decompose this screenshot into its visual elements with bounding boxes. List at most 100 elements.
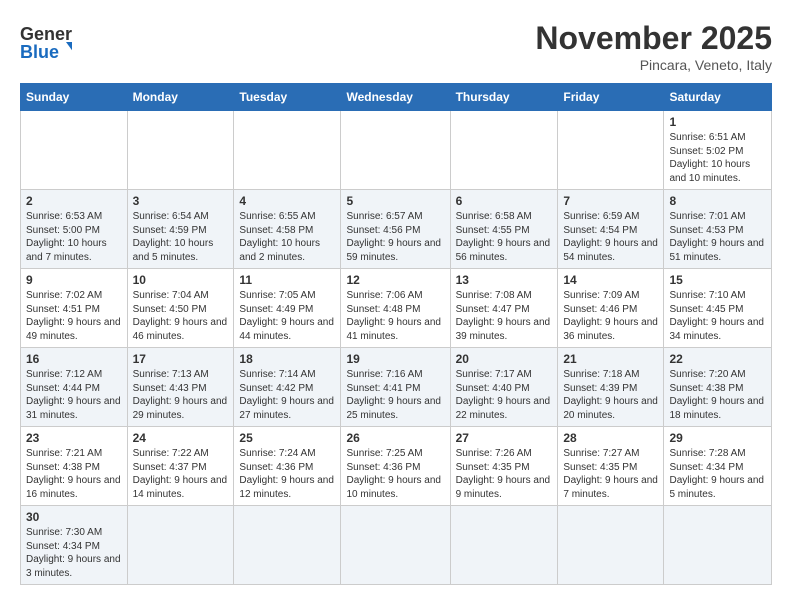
col-sunday: Sunday bbox=[21, 84, 128, 111]
day-number: 23 bbox=[26, 431, 122, 445]
table-cell: 18Sunrise: 7:14 AM Sunset: 4:42 PM Dayli… bbox=[234, 348, 341, 427]
week-row-6: 30Sunrise: 7:30 AM Sunset: 4:34 PM Dayli… bbox=[21, 506, 772, 585]
day-info: Sunrise: 6:58 AM Sunset: 4:55 PM Dayligh… bbox=[456, 210, 553, 264]
day-info: Sunrise: 7:13 AM Sunset: 4:43 PM Dayligh… bbox=[133, 368, 229, 422]
day-number: 25 bbox=[239, 431, 335, 445]
table-cell bbox=[341, 111, 450, 190]
table-cell: 22Sunrise: 7:20 AM Sunset: 4:38 PM Dayli… bbox=[664, 348, 772, 427]
day-number: 19 bbox=[346, 352, 444, 366]
day-info: Sunrise: 7:06 AM Sunset: 4:48 PM Dayligh… bbox=[346, 289, 444, 343]
day-number: 26 bbox=[346, 431, 444, 445]
table-cell: 20Sunrise: 7:17 AM Sunset: 4:40 PM Dayli… bbox=[450, 348, 558, 427]
day-number: 18 bbox=[239, 352, 335, 366]
table-cell: 17 Sunrise: 7:13 AM Sunset: 4:43 PM Dayli… bbox=[127, 348, 234, 427]
table-cell: 11 Sunrise: 7:05 AM Sunset: 4:49 PM Dayli… bbox=[234, 269, 341, 348]
col-thursday: Thursday bbox=[450, 84, 558, 111]
day-number: 14 bbox=[563, 273, 658, 287]
day-number: 28 bbox=[563, 431, 658, 445]
table-cell bbox=[341, 506, 450, 585]
day-info: Sunrise: 7:02 AM Sunset: 4:51 PM Dayligh… bbox=[26, 289, 122, 343]
day-info: Sunrise: 6:53 AM Sunset: 5:00 PM Dayligh… bbox=[26, 210, 122, 264]
title-block: November 2025 Pincara, Veneto, Italy bbox=[535, 20, 772, 73]
day-info: Sunrise: 7:21 AM Sunset: 4:38 PM Dayligh… bbox=[26, 447, 122, 501]
table-cell: 25Sunrise: 7:24 AM Sunset: 4:36 PM Dayli… bbox=[234, 427, 341, 506]
table-cell: 26 Sunrise: 7:25 AM Sunset: 4:36 PM Dayli… bbox=[341, 427, 450, 506]
day-number: 17 bbox=[133, 352, 229, 366]
table-cell bbox=[21, 111, 128, 190]
day-number: 8 bbox=[669, 194, 766, 208]
table-cell: 23 Sunrise: 7:21 AM Sunset: 4:38 PM Dayli… bbox=[21, 427, 128, 506]
table-cell: 15 Sunrise: 7:10 AM Sunset: 4:45 PM Dayli… bbox=[664, 269, 772, 348]
day-number: 11 bbox=[239, 273, 335, 287]
day-info: Sunrise: 7:16 AM Sunset: 4:41 PM Dayligh… bbox=[346, 368, 444, 422]
day-number: 6 bbox=[456, 194, 553, 208]
day-number: 21 bbox=[563, 352, 658, 366]
day-info: Sunrise: 7:26 AM Sunset: 4:35 PM Dayligh… bbox=[456, 447, 553, 501]
day-number: 27 bbox=[456, 431, 553, 445]
day-number: 12 bbox=[346, 273, 444, 287]
day-info: Sunrise: 7:28 AM Sunset: 4:34 PM Dayligh… bbox=[669, 447, 766, 501]
day-info: Sunrise: 7:05 AM Sunset: 4:49 PM Dayligh… bbox=[239, 289, 335, 343]
day-info: Sunrise: 7:09 AM Sunset: 4:46 PM Dayligh… bbox=[563, 289, 658, 343]
col-saturday: Saturday bbox=[664, 84, 772, 111]
day-number: 5 bbox=[346, 194, 444, 208]
table-cell: 5 Sunrise: 6:57 AM Sunset: 4:56 PM Daylig… bbox=[341, 190, 450, 269]
day-number: 29 bbox=[669, 431, 766, 445]
day-info: Sunrise: 7:25 AM Sunset: 4:36 PM Dayligh… bbox=[346, 447, 444, 501]
table-cell: 21 Sunrise: 7:18 AM Sunset: 4:39 PM Dayli… bbox=[558, 348, 664, 427]
day-info: Sunrise: 7:27 AM Sunset: 4:35 PM Dayligh… bbox=[563, 447, 658, 501]
day-info: Sunrise: 6:51 AM Sunset: 5:02 PM Dayligh… bbox=[669, 131, 766, 185]
day-number: 15 bbox=[669, 273, 766, 287]
table-cell bbox=[664, 506, 772, 585]
day-info: Sunrise: 7:18 AM Sunset: 4:39 PM Dayligh… bbox=[563, 368, 658, 422]
col-monday: Monday bbox=[127, 84, 234, 111]
svg-text:Blue: Blue bbox=[20, 42, 59, 62]
day-info: Sunrise: 7:10 AM Sunset: 4:45 PM Dayligh… bbox=[669, 289, 766, 343]
day-number: 9 bbox=[26, 273, 122, 287]
table-cell: 2Sunrise: 6:53 AM Sunset: 5:00 PM Daylig… bbox=[21, 190, 128, 269]
day-info: Sunrise: 6:59 AM Sunset: 4:54 PM Dayligh… bbox=[563, 210, 658, 264]
table-cell: 1 Sunrise: 6:51 AM Sunset: 5:02 PM Daylig… bbox=[664, 111, 772, 190]
page-header: General Blue November 2025 Pincara, Vene… bbox=[20, 20, 772, 73]
table-cell bbox=[234, 111, 341, 190]
table-cell: 29 Sunrise: 7:28 AM Sunset: 4:34 PM Dayli… bbox=[664, 427, 772, 506]
location: Pincara, Veneto, Italy bbox=[535, 57, 772, 73]
day-info: Sunrise: 6:54 AM Sunset: 4:59 PM Dayligh… bbox=[133, 210, 229, 264]
col-tuesday: Tuesday bbox=[234, 84, 341, 111]
day-info: Sunrise: 7:04 AM Sunset: 4:50 PM Dayligh… bbox=[133, 289, 229, 343]
day-info: Sunrise: 7:20 AM Sunset: 4:38 PM Dayligh… bbox=[669, 368, 766, 422]
day-info: Sunrise: 7:08 AM Sunset: 4:47 PM Dayligh… bbox=[456, 289, 553, 343]
day-number: 1 bbox=[669, 115, 766, 129]
day-info: Sunrise: 6:57 AM Sunset: 4:56 PM Dayligh… bbox=[346, 210, 444, 264]
table-cell: 7Sunrise: 6:59 AM Sunset: 4:54 PM Daylig… bbox=[558, 190, 664, 269]
table-cell: 9 Sunrise: 7:02 AM Sunset: 4:51 PM Daylig… bbox=[21, 269, 128, 348]
table-cell: 16Sunrise: 7:12 AM Sunset: 4:44 PM Dayli… bbox=[21, 348, 128, 427]
week-row-4: 16Sunrise: 7:12 AM Sunset: 4:44 PM Dayli… bbox=[21, 348, 772, 427]
day-number: 13 bbox=[456, 273, 553, 287]
calendar-table: Sunday Monday Tuesday Wednesday Thursday… bbox=[20, 83, 772, 585]
table-cell: 8Sunrise: 7:01 AM Sunset: 4:53 PM Daylig… bbox=[664, 190, 772, 269]
day-info: Sunrise: 7:22 AM Sunset: 4:37 PM Dayligh… bbox=[133, 447, 229, 501]
table-cell: 10Sunrise: 7:04 AM Sunset: 4:50 PM Dayli… bbox=[127, 269, 234, 348]
table-cell: 30Sunrise: 7:30 AM Sunset: 4:34 PM Dayli… bbox=[21, 506, 128, 585]
col-wednesday: Wednesday bbox=[341, 84, 450, 111]
week-row-1: 1 Sunrise: 6:51 AM Sunset: 5:02 PM Daylig… bbox=[21, 111, 772, 190]
table-cell: 14 Sunrise: 7:09 AM Sunset: 4:46 PM Dayli… bbox=[558, 269, 664, 348]
table-cell bbox=[127, 506, 234, 585]
table-cell: 19 Sunrise: 7:16 AM Sunset: 4:41 PM Dayli… bbox=[341, 348, 450, 427]
day-number: 20 bbox=[456, 352, 553, 366]
logo: General Blue bbox=[20, 20, 72, 69]
table-cell: 12 Sunrise: 7:06 AM Sunset: 4:48 PM Dayli… bbox=[341, 269, 450, 348]
table-cell: 3 Sunrise: 6:54 AM Sunset: 4:59 PM Daylig… bbox=[127, 190, 234, 269]
day-info: Sunrise: 6:55 AM Sunset: 4:58 PM Dayligh… bbox=[239, 210, 335, 264]
day-number: 3 bbox=[133, 194, 229, 208]
table-cell: 13 Sunrise: 7:08 AM Sunset: 4:47 PM Dayli… bbox=[450, 269, 558, 348]
table-cell: 6 Sunrise: 6:58 AM Sunset: 4:55 PM Daylig… bbox=[450, 190, 558, 269]
day-number: 24 bbox=[133, 431, 229, 445]
svg-text:General: General bbox=[20, 24, 72, 44]
table-cell: 28 Sunrise: 7:27 AM Sunset: 4:35 PM Dayli… bbox=[558, 427, 664, 506]
table-cell bbox=[558, 111, 664, 190]
week-row-3: 9 Sunrise: 7:02 AM Sunset: 4:51 PM Daylig… bbox=[21, 269, 772, 348]
table-cell bbox=[450, 506, 558, 585]
col-friday: Friday bbox=[558, 84, 664, 111]
